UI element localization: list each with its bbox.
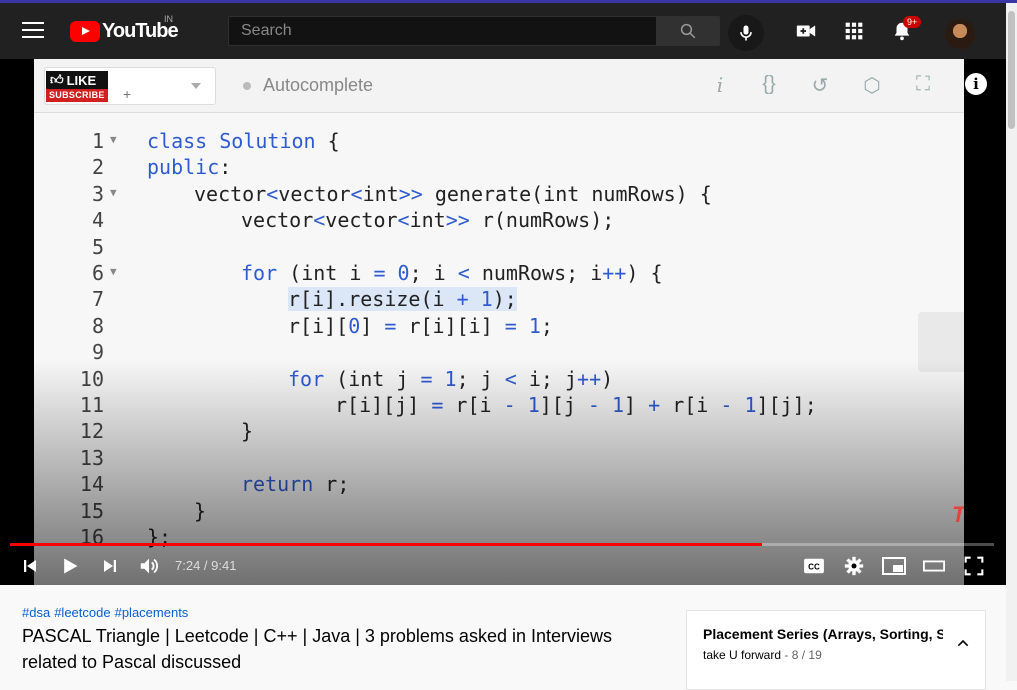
code-text: vector<vector<int>> r(numRows); [241, 208, 615, 233]
autocomplete-toggle: Autocomplete [243, 75, 373, 96]
code-text: r[i].resize(i + 1); [288, 287, 517, 312]
playlist-channel[interactable]: take U forward [703, 648, 781, 662]
search-icon [680, 23, 696, 39]
playlist-meta: take U forward - 8 / 19 [703, 648, 822, 662]
theater-mode-icon[interactable] [922, 554, 946, 578]
time-display: 7:24 / 9:41 [175, 558, 237, 573]
playlist-position: 8 / 19 [791, 648, 822, 662]
code-editor: 1 ▼ class Solution { 2 public: 3 ▼ vector<vecto… [34, 129, 964, 585]
undo-icon: ↺ [811, 75, 829, 97]
chevron-down-icon [191, 83, 201, 89]
line-number: 1 [91, 129, 104, 153]
line-number: 4 [91, 208, 104, 233]
line-number: 11 [79, 393, 104, 417]
autocomplete-dot-icon [243, 81, 251, 90]
code-text: r[i][0] = r[i][i] = 1; [288, 313, 553, 338]
svg-text:CC: CC [808, 563, 820, 572]
voice-search-button[interactable] [728, 15, 764, 51]
code-text: for (int i = 0; i < numRows; i++) { [241, 261, 663, 285]
fullscreen-icon[interactable] [962, 554, 986, 578]
previous-icon[interactable] [18, 554, 42, 578]
playlist-panel[interactable]: Placement Series (Arrays, Sorting, Se ta… [686, 610, 986, 690]
youtube-play-icon [70, 20, 100, 42]
captions-icon[interactable]: CC [802, 554, 826, 578]
code-text: } [194, 498, 207, 523]
chevron-up-icon[interactable] [955, 635, 971, 651]
microphone-icon [740, 25, 752, 41]
hashtag-link[interactable]: #dsa [22, 605, 50, 620]
line-number: 7 [91, 287, 104, 312]
line-number: 3 [91, 181, 104, 206]
language-plus: + [123, 86, 132, 102]
autocomplete-label: Autocomplete [263, 75, 374, 95]
search-box [228, 16, 657, 46]
avatar[interactable] [945, 19, 975, 49]
subscribe-label: SUBSCRIBE [46, 89, 108, 102]
line-number: 15 [79, 498, 104, 523]
page-scrollbar[interactable] [1006, 3, 1017, 681]
line-number: 9 [91, 340, 104, 365]
code-text: } [241, 419, 254, 444]
like-subscribe-badge: 👍︎ LIKE SUBSCRIBE [46, 71, 108, 107]
settings-hex-icon: ⬡ [863, 75, 881, 97]
video-player[interactable]: + 👍︎ LIKE SUBSCRIBE Autocomplete i {} ↺ ⬡… [0, 59, 1006, 585]
side-panel-tab [918, 312, 964, 372]
code-text: for (int j = 1; j < i; j++) [288, 366, 614, 391]
info-italic-icon: i [716, 73, 724, 97]
menu-icon[interactable] [22, 22, 44, 40]
hashtag-link[interactable]: #leetcode [54, 605, 110, 620]
scrollbar-thumb[interactable] [1008, 11, 1015, 129]
settings-gear-icon[interactable] [842, 554, 866, 578]
thumbs-up-icon: 👍︎ [50, 72, 64, 87]
braces-icon: {} [762, 73, 776, 95]
code-text: return r; [241, 472, 350, 497]
next-icon[interactable] [98, 554, 122, 578]
player-controls: 7:24 / 9:41 CC [0, 546, 1006, 585]
hashtags: #dsa #leetcode #placements [22, 605, 192, 620]
line-number: 12 [79, 419, 104, 444]
like-label: LIKE [66, 72, 97, 88]
code-text: public: [147, 155, 232, 180]
info-icon[interactable]: i [965, 73, 987, 95]
apps-grid-icon[interactable] [842, 19, 866, 43]
notification-count-badge: 9+ [903, 16, 922, 28]
line-number: 5 [91, 234, 104, 259]
create-video-icon[interactable] [794, 19, 818, 43]
channel-watermark: TUF [952, 502, 964, 527]
fullscreen-icon: ⛶ [916, 73, 930, 95]
code-text: class Solution { [147, 129, 340, 153]
editor-toolbar: + 👍︎ LIKE SUBSCRIBE Autocomplete i {} ↺ ⬡… [34, 59, 964, 113]
video-info: #dsa #leetcode #placements PASCAL Triangle… [0, 585, 1006, 690]
volume-icon[interactable] [137, 554, 161, 578]
line-number: 13 [79, 445, 104, 470]
video-title: PASCAL Triangle | Leetcode | C++ | Java … [22, 626, 613, 672]
line-number: 6 [91, 261, 104, 285]
youtube-logo[interactable]: YouTube [70, 20, 179, 42]
miniplayer-icon[interactable] [882, 554, 906, 578]
region-code: IN [164, 14, 173, 24]
fold-arrow-icon: ▼ [110, 185, 117, 199]
search-input[interactable] [229, 17, 656, 45]
line-number: 14 [79, 472, 104, 497]
fold-arrow-icon: ▼ [110, 265, 117, 278]
code-text: r[i][j] = r[i - 1][j - 1] + r[i - 1][j]; [335, 393, 817, 417]
play-icon[interactable] [58, 554, 82, 578]
line-number: 10 [79, 366, 104, 391]
fold-arrow-icon: ▼ [110, 133, 117, 146]
code-text: vector<vector<int>> generate(int numRows… [194, 181, 712, 206]
hashtag-link[interactable]: #placements [115, 605, 189, 620]
video-frame: + 👍︎ LIKE SUBSCRIBE Autocomplete i {} ↺ ⬡… [34, 59, 964, 585]
search-button[interactable] [656, 16, 720, 46]
masthead: YouTube IN 9+ [0, 3, 1006, 59]
playlist-title[interactable]: Placement Series (Arrays, Sorting, Se [703, 626, 943, 642]
line-number: 8 [91, 313, 104, 338]
line-number: 2 [91, 155, 104, 180]
